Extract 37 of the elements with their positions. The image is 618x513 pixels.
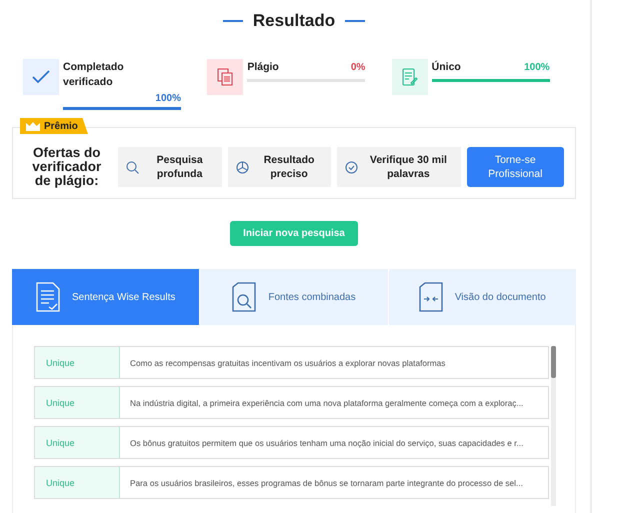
feature-label: Pesquisa profunda (156, 153, 204, 181)
document-search-icon (232, 282, 256, 312)
check-icon (32, 70, 50, 84)
stat-value: 100% (155, 92, 181, 106)
crown-icon (26, 122, 40, 130)
sentence-cell-text: Como as recompensas gratuitas incentivam os usuários a explorar novas plataformas (129, 356, 446, 370)
status-cell: Unique (35, 387, 120, 418)
page-title: Resultado (252, 11, 336, 31)
feature-label: Verifique 30 mil palavras (368, 153, 448, 181)
document-compare-icon (418, 282, 443, 312)
stat-label: Único (432, 60, 461, 75)
feature-label: Resultado preciso (262, 153, 316, 181)
scrollbar[interactable] (551, 346, 556, 506)
status-cell: Unique (35, 427, 120, 458)
status-cell: Unique (35, 347, 120, 378)
stat-value: 100% (524, 61, 550, 75)
badge-label: Prêmio (44, 120, 78, 132)
edit-note-icon (402, 68, 418, 86)
sentence-cell-text: Na indústria digital, a primeira experiência com uma nova plataforma geralmente começa com a exploraç... (129, 396, 524, 410)
result-tab[interactable]: Fontes combinadas (199, 269, 388, 325)
documents-icon (217, 68, 234, 86)
check-circle-icon (345, 160, 358, 174)
scrollbar-thumb[interactable] (551, 346, 556, 378)
document-check-icon (36, 282, 60, 312)
search-icon (126, 160, 140, 174)
result-tab[interactable]: Visão do documento (388, 269, 576, 325)
result-tab[interactable]: Sentença Wise Results (12, 269, 200, 325)
stat-label: Completado verificado (63, 60, 125, 90)
sentence-cell-text: Os bônus gratuitos permitem que os usuários tenham uma noção inicial do serviço, suas capacidades e r... (129, 436, 524, 450)
stat-label: Plágio (247, 60, 279, 75)
stat-value: 0% (350, 61, 366, 75)
pie-chart-icon (236, 160, 249, 174)
new-search-button[interactable]: Iniciar nova pesquisa (230, 221, 358, 246)
offer-heading: Ofertas do verificador de plágio: (31, 146, 102, 188)
status-cell: Unique (35, 467, 120, 498)
go-pro-button[interactable]: Torne-se Profissional (466, 147, 564, 187)
sentence-cell-text: Para os usuários brasileiros, esses programas de bônus se tornaram parte integrante do processo de sel... (129, 476, 524, 490)
